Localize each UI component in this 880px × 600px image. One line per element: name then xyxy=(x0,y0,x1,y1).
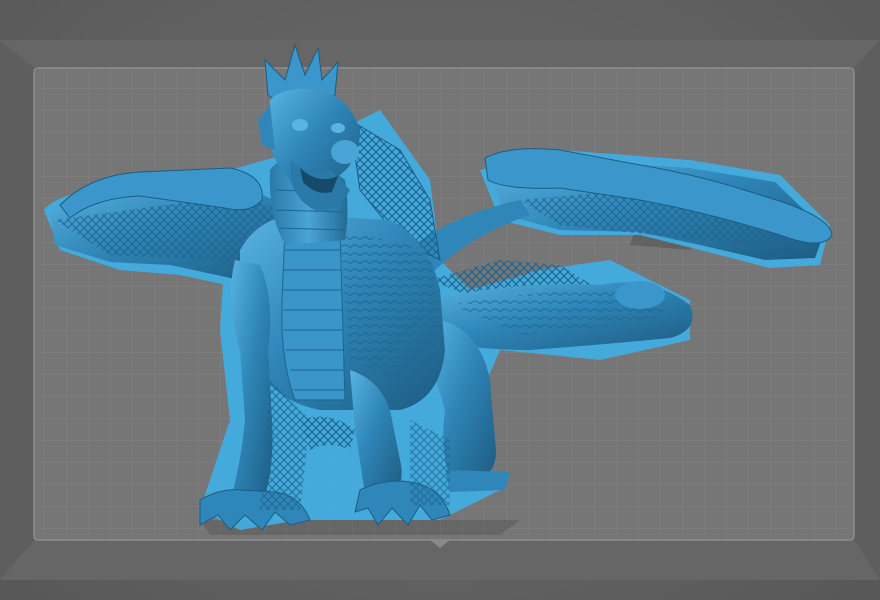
eye-right xyxy=(331,123,345,133)
tail-tip xyxy=(615,281,665,309)
eye-left xyxy=(292,119,308,131)
scene-canvas[interactable] xyxy=(0,0,880,600)
snout xyxy=(331,140,359,164)
3d-viewport[interactable] xyxy=(0,0,880,600)
belly-plates xyxy=(281,229,346,401)
plate-corner-top-right xyxy=(854,40,880,580)
plate-corner-top-left xyxy=(0,40,34,580)
